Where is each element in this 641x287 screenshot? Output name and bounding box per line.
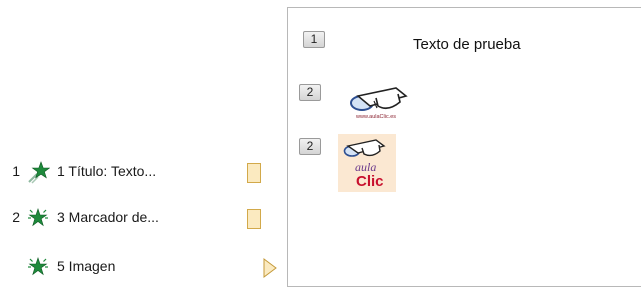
animation-tag-1[interactable]: 1 (303, 31, 325, 48)
star-entrance-effect-icon (28, 208, 48, 227)
aulaclic-logo-square[interactable]: aula Clic (338, 134, 396, 192)
animation-item-3[interactable]: 5 Imagen (0, 252, 288, 284)
logo-text-clic: Clic (356, 173, 384, 190)
slide-canvas[interactable]: 1 Texto de prueba 2 www.aulaClic.es 2 au… (287, 7, 641, 287)
animation-item-label: 5 Imagen (57, 258, 116, 274)
animation-tag-3[interactable]: 2 (299, 138, 321, 155)
animation-item-1[interactable]: 1 1 Título: Texto... (0, 157, 288, 189)
animation-item-label: 3 Marcador de... (57, 209, 159, 225)
animation-item-label: 1 Título: Texto... (57, 163, 157, 179)
star-fly-in-effect-icon (28, 161, 50, 184)
animation-item-2[interactable]: 2 3 Marcador de... (0, 203, 288, 235)
aulaclic-logo-wide[interactable]: www.aulaClic.es (344, 76, 410, 120)
slide-title-text[interactable]: Texto de prueba (413, 36, 521, 53)
animation-order-number: 1 (12, 163, 20, 179)
animation-pane-list: 1 1 Título: Texto... 2 3 Marcador de... (0, 0, 288, 282)
play-triangle-icon[interactable] (262, 258, 278, 278)
timeline-bar[interactable] (247, 209, 261, 229)
animation-tag-2[interactable]: 2 (299, 84, 321, 101)
logo-tagline-text: www.aulaClic.es (355, 114, 396, 120)
star-entrance-effect-icon (28, 257, 48, 276)
animation-order-number: 2 (12, 209, 20, 225)
logo-text-aula: aula (355, 160, 376, 174)
timeline-bar[interactable] (247, 163, 261, 183)
